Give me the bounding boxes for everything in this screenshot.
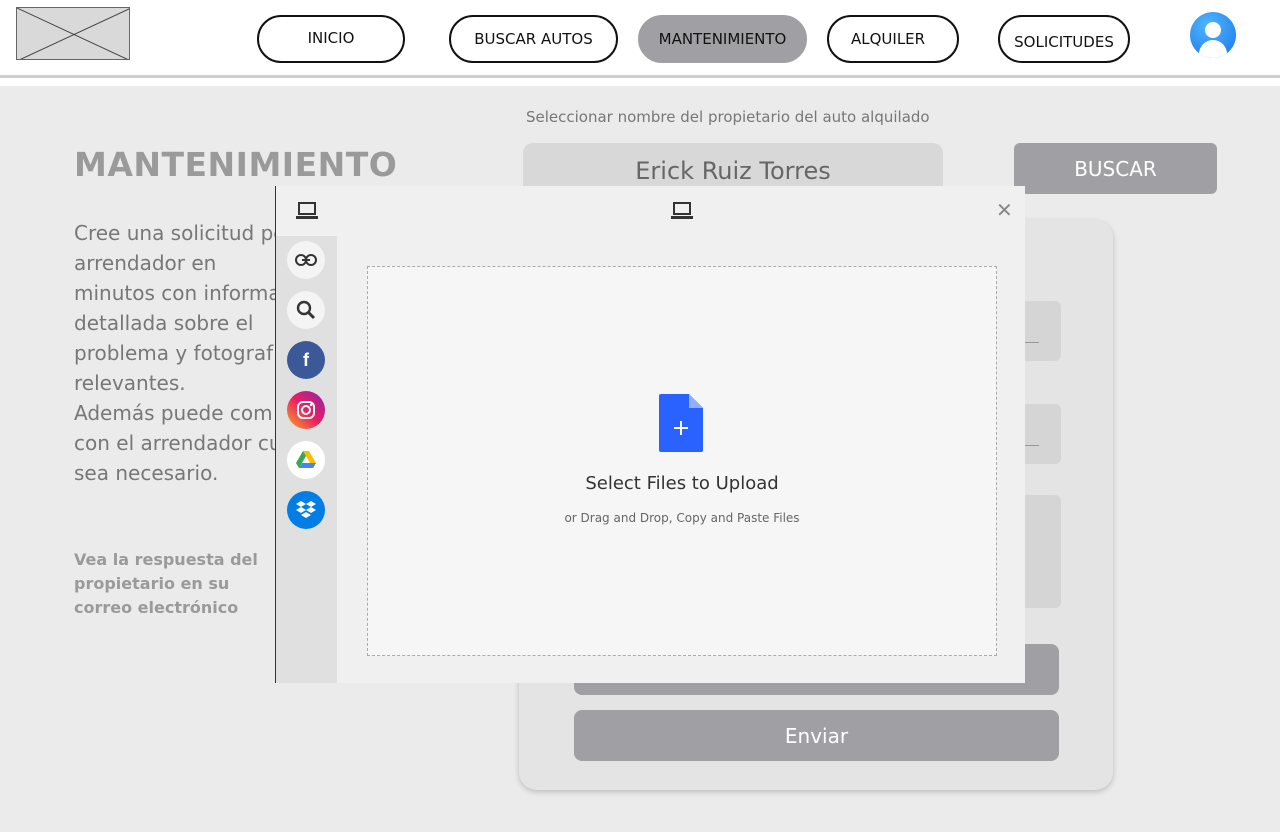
upload-subtitle: or Drag and Drop, Copy and Paste Files <box>564 511 800 525</box>
nav-solicitudes-button[interactable]: SOLICITUDES <box>998 15 1130 63</box>
logo-cross-icon <box>17 8 129 59</box>
logo-placeholder[interactable] <box>16 7 130 60</box>
search-button[interactable]: BUSCAR <box>1014 143 1217 194</box>
facebook-icon[interactable]: f <box>287 341 325 379</box>
search-icon[interactable] <box>287 291 325 329</box>
nav-inicio-button[interactable]: INICIO <box>257 15 405 63</box>
device-header-icon <box>671 202 693 224</box>
dropbox-icon[interactable] <box>287 491 325 529</box>
owner-select-label: Seleccionar nombre del propietario del a… <box>526 108 930 126</box>
file-dropzone[interactable]: Select Files to Upload or Drag and Drop,… <box>367 266 997 656</box>
google-drive-icon[interactable] <box>287 441 325 479</box>
nav-mantenimiento-button[interactable]: MANTENIMIENTO <box>638 15 807 63</box>
instagram-icon[interactable] <box>287 391 325 429</box>
upload-title: Select Files to Upload <box>585 473 779 494</box>
top-header: INICIO BUSCAR AUTOS MANTENIMIENTO ALQUIL… <box>0 0 1280 78</box>
add-file-icon[interactable] <box>659 394 703 456</box>
user-avatar-icon[interactable] <box>1190 12 1236 58</box>
nav-alquiler-button[interactable]: ALQUILER <box>827 15 959 63</box>
send-button[interactable]: Enviar <box>574 710 1059 761</box>
link-icon[interactable] <box>287 241 325 279</box>
close-icon[interactable]: ✕ <box>996 198 1013 222</box>
source-sidebar: f <box>276 236 337 683</box>
nav-buscar-autos-button[interactable]: BUSCAR AUTOS <box>449 15 618 63</box>
response-note: Vea la respuesta del propietario en su c… <box>74 550 258 617</box>
page-title: MANTENIMIENTO <box>74 145 398 184</box>
my-device-icon[interactable] <box>296 202 318 224</box>
upload-dialog: ✕ f Select Files to Upload or Drag and D… <box>275 186 1025 683</box>
